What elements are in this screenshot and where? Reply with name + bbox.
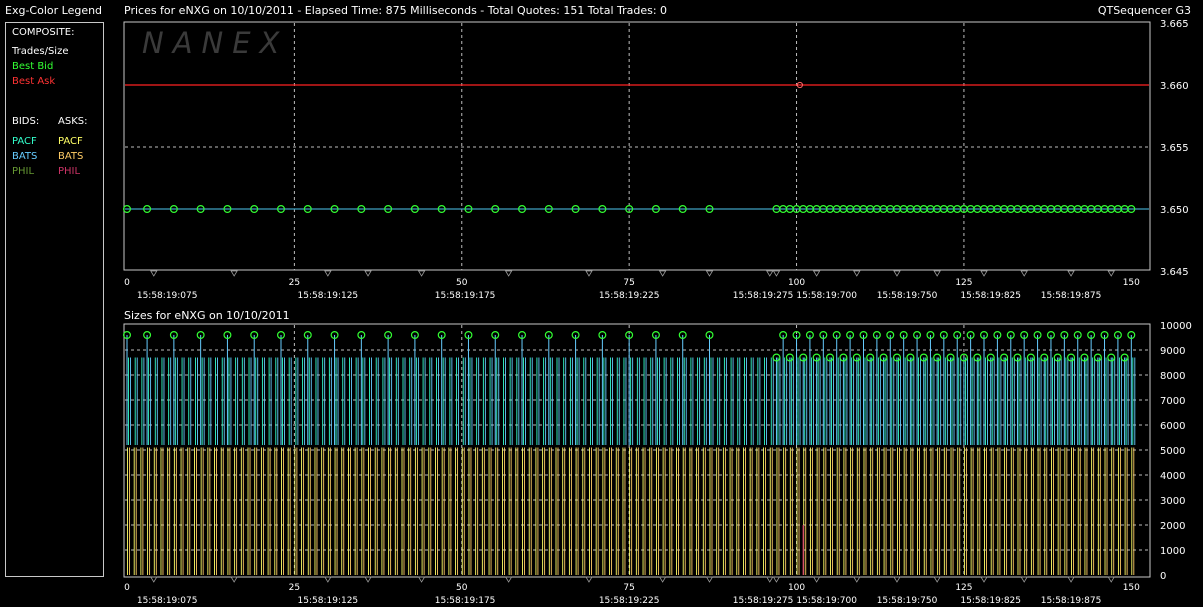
- price-time-label: 15:58:19:700: [796, 291, 857, 301]
- size-x-tick: 150: [1123, 583, 1140, 593]
- price-x-tick: 75: [623, 278, 634, 288]
- price-time-marker: [812, 270, 821, 277]
- size-time-marker: [772, 576, 781, 583]
- price-time-marker: [772, 270, 781, 277]
- price-time-marker: [230, 270, 238, 277]
- size-time-marker: [417, 576, 426, 583]
- price-x-tick: 100: [788, 278, 805, 288]
- price-time-marker: [364, 270, 372, 277]
- price-y-tick: 3.645: [1160, 267, 1189, 278]
- price-time-marker: [1020, 270, 1028, 277]
- size-y-tick: 0: [1160, 571, 1166, 582]
- size-time-marker: [150, 576, 158, 583]
- price-time-marker: [1107, 270, 1115, 277]
- size-time-marker: [980, 576, 988, 583]
- size-time-marker: [1020, 576, 1028, 583]
- size-x-tick: 125: [955, 583, 972, 593]
- nanex-watermark: NANEX: [142, 26, 288, 60]
- size-time-marker: [230, 576, 238, 583]
- price-y-tick: 3.665: [1160, 19, 1189, 30]
- size-y-tick: 4000: [1160, 471, 1185, 482]
- price-x-tick: 0: [124, 278, 130, 288]
- price-x-tick: 150: [1123, 278, 1140, 288]
- size-x-tick: 50: [456, 583, 468, 593]
- price-time-label: 15:58:19:175: [435, 291, 496, 301]
- size-time-marker: [766, 576, 774, 583]
- price-time-marker: [980, 270, 988, 277]
- size-x-tick: 0: [124, 583, 130, 593]
- price-x-tick: 50: [456, 278, 468, 288]
- price-time-marker: [585, 270, 593, 277]
- price-time-marker: [150, 270, 158, 277]
- price-time-label: 15:58:19:125: [298, 291, 359, 301]
- price-time-label: 15:58:19:075: [137, 291, 198, 301]
- size-y-tick: 10000: [1160, 321, 1192, 332]
- size-time-marker: [1107, 576, 1115, 583]
- price-time-label: 15:58:19:225: [599, 291, 660, 301]
- price-y-tick: 3.655: [1160, 143, 1189, 154]
- price-time-marker: [1067, 270, 1075, 277]
- price-time-marker: [853, 270, 861, 277]
- size-time-marker: [364, 576, 372, 583]
- size-y-tick: 6000: [1160, 421, 1185, 432]
- price-time-marker: [705, 270, 714, 277]
- size-y-tick: 3000: [1160, 496, 1185, 507]
- price-time-marker: [893, 270, 901, 277]
- size-time-marker: [504, 576, 513, 583]
- price-y-tick: 3.660: [1160, 81, 1189, 92]
- size-y-tick: 7000: [1160, 396, 1185, 407]
- size-x-tick: 25: [289, 583, 300, 593]
- size-time-marker: [893, 576, 901, 583]
- size-time-marker: [853, 576, 861, 583]
- size-time-label: 15:58:19:125: [298, 596, 359, 606]
- size-time-marker: [658, 576, 667, 583]
- size-time-marker: [812, 576, 821, 583]
- price-time-marker: [658, 270, 667, 277]
- size-time-label: 15:58:19:875: [1041, 596, 1102, 606]
- chart-canvas: NANEX 3.6453.6503.6553.6603.665010002000…: [122, 19, 1192, 606]
- size-time-marker: [585, 576, 593, 583]
- size-time-label: 15:58:19:175: [435, 596, 496, 606]
- size-time-label: 15:58:19:700: [796, 596, 857, 606]
- price-time-marker: [324, 270, 332, 277]
- size-y-tick: 9000: [1160, 346, 1185, 357]
- price-time-marker: [933, 270, 941, 277]
- size-x-tick: 75: [623, 583, 634, 593]
- size-time-marker: [324, 576, 332, 583]
- price-time-label: 15:58:19:825: [960, 291, 1021, 301]
- size-y-tick: 2000: [1160, 521, 1185, 532]
- price-time-marker: [417, 270, 426, 277]
- size-time-label: 15:58:19:275: [733, 596, 794, 606]
- price-time-label: 15:58:19:275: [733, 291, 794, 301]
- price-y-tick: 3.650: [1160, 205, 1189, 216]
- size-time-label: 15:58:19:750: [877, 596, 938, 606]
- size-time-label: 15:58:19:225: [599, 596, 660, 606]
- price-time-marker: [766, 270, 774, 277]
- price-x-tick: 25: [289, 278, 300, 288]
- size-y-tick: 5000: [1160, 446, 1185, 457]
- size-time-marker: [933, 576, 941, 583]
- size-x-tick: 100: [788, 583, 805, 593]
- price-x-tick: 125: [955, 278, 972, 288]
- size-time-marker: [1067, 576, 1075, 583]
- price-time-label: 15:58:19:750: [877, 291, 938, 301]
- size-y-tick: 1000: [1160, 546, 1185, 557]
- size-time-label: 15:58:19:825: [960, 596, 1021, 606]
- size-y-tick: 8000: [1160, 371, 1185, 382]
- price-time-label: 15:58:19:875: [1041, 291, 1102, 301]
- price-time-marker: [504, 270, 513, 277]
- size-time-marker: [705, 576, 714, 583]
- size-time-label: 15:58:19:075: [137, 596, 198, 606]
